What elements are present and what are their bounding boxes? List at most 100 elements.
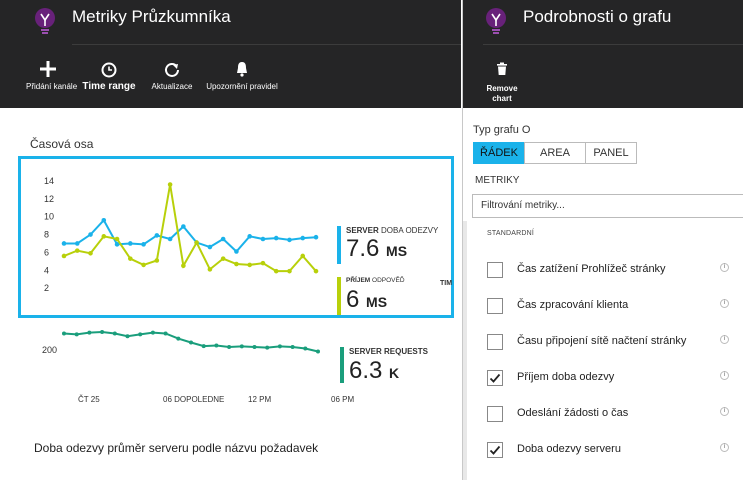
data-point [101,234,107,239]
info-icon[interactable]: i [720,263,729,272]
metric-value: 6.3 K [349,357,400,384]
metric-checkbox[interactable] [487,262,503,278]
x-axis-label: 12 PM [248,395,272,404]
data-point [239,344,244,349]
data-point [227,345,232,349]
metric-checkbox[interactable] [487,334,503,350]
metric-item-network-connect-time[interactable]: Času připojení sítě načtení stránky i [463,323,743,359]
metric-group-label: STANDARDNÍ [487,230,534,237]
metric-value: 6 MS [346,286,388,313]
data-point [141,242,146,247]
data-point [234,261,239,267]
info-icon[interactable]: i [720,407,729,416]
metric-value: 7.6 MS [346,235,408,262]
metric-filter-input[interactable]: Filtrování metriky... [472,194,743,218]
data-point [154,258,160,263]
metrics-section-label: METRIKY [475,175,520,186]
data-point [220,236,226,242]
metric-item-label: Příjem doba odezvy [517,371,615,383]
data-point [181,263,186,269]
response-time-chart[interactable]: 14 12 10 8 6 4 2 [0,0,340,318]
remove-chart-button[interactable]: Remove chart [477,62,527,104]
data-point [313,268,319,274]
data-point [252,345,257,349]
data-point [87,330,92,335]
data-point [316,349,320,354]
metric-checkbox[interactable] [487,442,503,458]
chart-details-blade: Podrobnosti o grafu Remove chart Typ gra… [462,0,743,480]
info-icon[interactable]: i [720,371,729,380]
app-insights-bulb-icon [486,8,506,34]
series-line [63,184,317,273]
clipped-metric-label: TIM [440,280,453,287]
chart-type-panel-option[interactable]: PANEL [585,142,637,164]
data-point [214,343,219,348]
y-tick-label: 4 [44,265,49,275]
data-point [100,330,105,334]
data-point [247,234,252,239]
metric-item-client-processing-time[interactable]: Čas zpracování klienta i [463,287,743,323]
metric-item-send-request-time[interactable]: Odeslání žádosti o čas i [463,395,743,431]
metric-server-requests: SERVER REQUESTS 6.3 K [340,347,440,384]
data-point [207,244,213,250]
metric-item-label: Doba odezvy serveru [517,443,621,455]
data-point [181,224,186,229]
checkmark-icon [489,373,501,383]
data-point [277,344,282,349]
data-point [61,241,67,246]
chart-type-line-option[interactable]: ŘÁDEK [473,142,525,164]
info-icon[interactable]: i [720,299,729,308]
chart-type-label: Typ grafu O [473,124,531,136]
data-point [220,256,226,261]
y-tick-label: 14 [44,176,54,186]
info-icon[interactable]: i [720,443,729,452]
metrics-explorer-blade: Metriky Průzkumníka Přidání kanále Time … [0,0,461,480]
next-chart-title: Doba odezvy průměr serveru podle názvu p… [34,441,319,455]
metric-checkbox[interactable] [487,370,503,386]
remove-chart-label: Remove chart [486,84,518,103]
data-point [163,331,168,336]
data-point [234,249,239,254]
metric-item-server-response-time[interactable]: Doba odezvy serveru i [463,431,743,467]
data-point [141,262,146,268]
metric-checkbox[interactable] [487,298,503,314]
y-tick-label: 12 [44,194,54,204]
metric-label: SERVER DOBA ODEZVY [346,226,439,235]
data-point [74,248,80,253]
data-point [260,236,266,242]
data-point [194,240,199,245]
metric-list: STANDARDNÍ Čas zatížení Prohlížeč stránk… [463,221,743,480]
data-point [260,260,266,266]
metric-item-page-load-time[interactable]: Čas zatížení Prohlížeč stránky i [463,251,743,287]
data-point [88,232,93,237]
metric-item-receive-response-time[interactable]: Příjem doba odezvy i [463,359,743,395]
y-tick-label: 8 [44,230,49,240]
metric-item-label: Čas zatížení Prohlížeč stránky [517,263,666,275]
x-axis-label: 06 PM [331,395,355,404]
chart-type-area-option[interactable]: AREA [524,142,586,164]
data-point [265,345,270,350]
metric-item-label: Času připojení sítě načtení stránky [517,335,687,347]
data-point [101,217,107,223]
metric-color-bar [337,226,341,264]
data-point [303,346,308,351]
data-point [207,267,213,272]
data-point [273,235,279,241]
data-point [74,241,80,246]
data-point [61,253,67,259]
data-point [176,336,181,341]
data-point [125,334,130,339]
metric-checkbox[interactable] [487,406,503,422]
data-point [313,234,319,240]
data-point [201,344,206,349]
blade-title: Podrobnosti o grafu [523,7,672,26]
data-point [128,241,133,246]
y-tick-label: 2 [44,283,49,293]
x-axis-label: ČT 25 [78,395,100,404]
info-icon[interactable]: i [720,335,729,344]
data-point [300,253,306,259]
data-point [287,268,292,274]
data-point [150,330,155,335]
data-point [154,233,160,238]
server-requests-chart[interactable]: 400200 [20,318,330,388]
